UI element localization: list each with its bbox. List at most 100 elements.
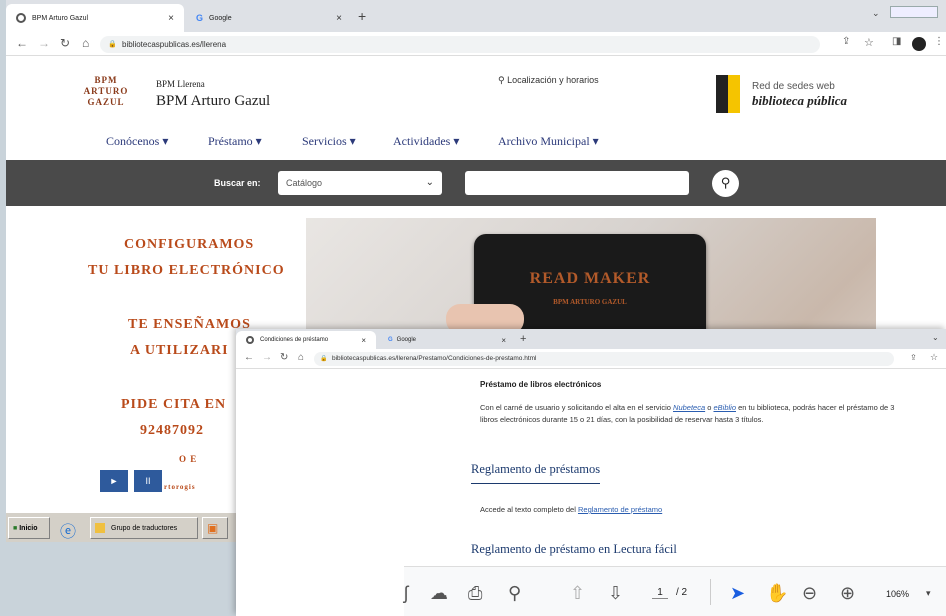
- taskbar-folder-label: Grupo de traductores: [111, 524, 178, 532]
- zoom-level[interactable]: 106%: [886, 589, 909, 599]
- close-tab-icon[interactable]: ×: [168, 13, 174, 24]
- nav-prestamo[interactable]: Préstamo ▾: [208, 134, 262, 149]
- avatar[interactable]: [912, 37, 926, 51]
- access-label: Accede al texto completo del: [480, 505, 578, 514]
- bookmark-star-icon[interactable]: ☆: [864, 36, 874, 49]
- select-pointer-icon[interactable]: ➤: [730, 583, 745, 604]
- zoom-dropdown-icon[interactable]: ▾: [926, 588, 931, 599]
- library-logo[interactable]: BPM ARTURO GAZUL: [78, 75, 134, 119]
- address-bar: ← → ↻ ⌂ 🔒 bibliotecaspublicas.es/llerena…: [6, 32, 946, 56]
- promo-line: CONFIGURAMOS: [124, 237, 255, 252]
- taskbar: ■ Inicio ⓔ Grupo de traductores ▣: [6, 512, 236, 542]
- nav-conocenos[interactable]: Conócenos ▾: [106, 134, 168, 149]
- globe-icon: [16, 13, 26, 23]
- brand-top: Red de sedes web: [752, 81, 835, 92]
- zoom-search-icon[interactable]: ⚲: [508, 583, 521, 604]
- tab-title: Google: [396, 337, 417, 343]
- folder-icon: [95, 523, 105, 533]
- search-select[interactable]: Catálogo ⌄: [278, 171, 442, 195]
- forward-arrow-icon[interactable]: →: [262, 352, 272, 363]
- brand-logo-mark: [716, 75, 740, 113]
- nav-servicios[interactable]: Servicios ▾: [302, 134, 356, 149]
- page-number-input[interactable]: 1: [652, 587, 668, 599]
- tab-search-icon[interactable]: ⌄: [872, 8, 880, 19]
- pause-button[interactable]: II: [134, 470, 162, 492]
- sidepanel-icon[interactable]: ◨: [892, 36, 901, 47]
- page-total: / 2: [676, 587, 688, 598]
- reglamento-link[interactable]: Reglamento de préstamo: [578, 505, 662, 514]
- promo-line: PIDE CITA EN: [121, 397, 227, 412]
- share-icon[interactable]: ⇪: [910, 353, 917, 362]
- home-icon[interactable]: ⌂: [298, 352, 304, 363]
- ebiblio-link[interactable]: eBiblio: [713, 403, 736, 412]
- search-icon: ⚲: [720, 175, 731, 190]
- url-field-2[interactable]: 🔒 bibliotecaspublicas.es/llerena/Prestam…: [314, 352, 894, 366]
- nav-actividades[interactable]: Actividades ▾: [393, 134, 459, 149]
- nubeteca-link[interactable]: Nubeteca: [673, 403, 705, 412]
- section-heading-reglamento: Reglamento de préstamos: [471, 462, 601, 484]
- new-tab-button[interactable]: +: [520, 333, 526, 345]
- search-button[interactable]: ⚲: [712, 170, 739, 197]
- taskbar-app-icon[interactable]: ▣: [202, 517, 228, 539]
- tab-search-icon[interactable]: ⌄: [932, 333, 939, 342]
- promo-line: 92487092: [140, 423, 204, 438]
- tab-google[interactable]: G Google ×: [186, 4, 352, 32]
- windows-icon: ■: [13, 524, 18, 532]
- new-tab-button[interactable]: +: [358, 8, 366, 24]
- nav-archivo[interactable]: Archivo Municipal ▾: [498, 134, 599, 149]
- globe-icon: [246, 336, 254, 344]
- lock-icon: 🔒: [320, 356, 328, 362]
- home-icon[interactable]: ⌂: [82, 36, 89, 50]
- menu-dots-icon[interactable]: ⋮: [934, 36, 944, 47]
- brand-bottom: biblioteca pública: [752, 93, 847, 108]
- search-input[interactable]: [465, 171, 689, 195]
- site-subtitle: BPM Llerena: [156, 79, 205, 89]
- toolbar-divider: [710, 579, 711, 605]
- close-tab-icon[interactable]: ×: [336, 13, 342, 24]
- address-bar-2: ← → ↻ ⌂ 🔒 bibliotecaspublicas.es/llerena…: [236, 349, 946, 369]
- para-text: Con el carné de usuario y solicitando el…: [480, 403, 674, 412]
- promo-line: rtorogis: [164, 483, 196, 491]
- close-tab-icon[interactable]: ×: [361, 336, 366, 345]
- ebook-heading: Préstamo de libros electrónicos: [480, 380, 602, 389]
- location-link-label: Localización y horarios: [507, 75, 599, 85]
- promo-line: A UTILIZARI: [130, 343, 229, 358]
- window-controls[interactable]: [890, 6, 938, 18]
- taskbar-folder[interactable]: Grupo de traductores: [90, 517, 198, 539]
- tab-conditions[interactable]: Condiciones de préstamo ×: [236, 331, 376, 349]
- hand-tool-icon[interactable]: ✋: [766, 583, 788, 604]
- bookmark-star-icon[interactable]: ☆: [930, 352, 938, 363]
- ereader-text: READ MAKER: [529, 270, 651, 287]
- tab-google-2[interactable]: G Google ×: [378, 331, 516, 349]
- upload-cloud-icon[interactable]: ☁: [430, 583, 448, 604]
- tab-title: Google: [209, 14, 232, 22]
- back-arrow-icon[interactable]: ←: [16, 36, 28, 50]
- page-down-icon[interactable]: ⇩: [608, 583, 623, 604]
- draw-icon[interactable]: ʃ: [404, 583, 408, 604]
- search-select-value: Catálogo: [286, 178, 323, 188]
- search-strip: Buscar en: Catálogo ⌄ ⚲: [6, 160, 946, 206]
- forward-arrow-icon[interactable]: →: [38, 36, 50, 50]
- pin-icon: ⚲: [498, 75, 505, 85]
- reload-icon[interactable]: ↻: [280, 352, 288, 363]
- url-field[interactable]: 🔒 bibliotecaspublicas.es/llerena: [100, 36, 820, 53]
- page-up-icon[interactable]: ⇧: [570, 583, 585, 604]
- promo-line: TU LIBRO ELECTRÓNICO: [88, 263, 285, 278]
- close-tab-icon[interactable]: ×: [501, 336, 506, 345]
- tab-bpm[interactable]: BPM Arturo Gazul ×: [6, 4, 184, 32]
- zoom-out-icon[interactable]: ⊖: [802, 583, 817, 604]
- url-text: bibliotecaspublicas.es/llerena: [122, 40, 227, 49]
- print-icon[interactable]: ⎙: [468, 583, 482, 604]
- ie-icon[interactable]: ⓔ: [60, 518, 76, 542]
- lock-icon: 🔒: [108, 41, 117, 48]
- promo-line: O E: [179, 454, 198, 464]
- tab-title: Condiciones de préstamo: [260, 337, 329, 343]
- location-link[interactable]: ⚲ Localización y horarios: [498, 75, 599, 86]
- url-text: bibliotecaspublicas.es/llerena/Prestamo/…: [332, 355, 537, 362]
- zoom-in-icon[interactable]: ⊕: [840, 583, 855, 604]
- share-icon[interactable]: ⇪: [842, 36, 850, 47]
- play-button[interactable]: ►: [100, 470, 128, 492]
- reload-icon[interactable]: ↻: [60, 36, 70, 50]
- back-arrow-icon[interactable]: ←: [244, 352, 254, 363]
- start-button[interactable]: ■ Inicio: [8, 517, 50, 539]
